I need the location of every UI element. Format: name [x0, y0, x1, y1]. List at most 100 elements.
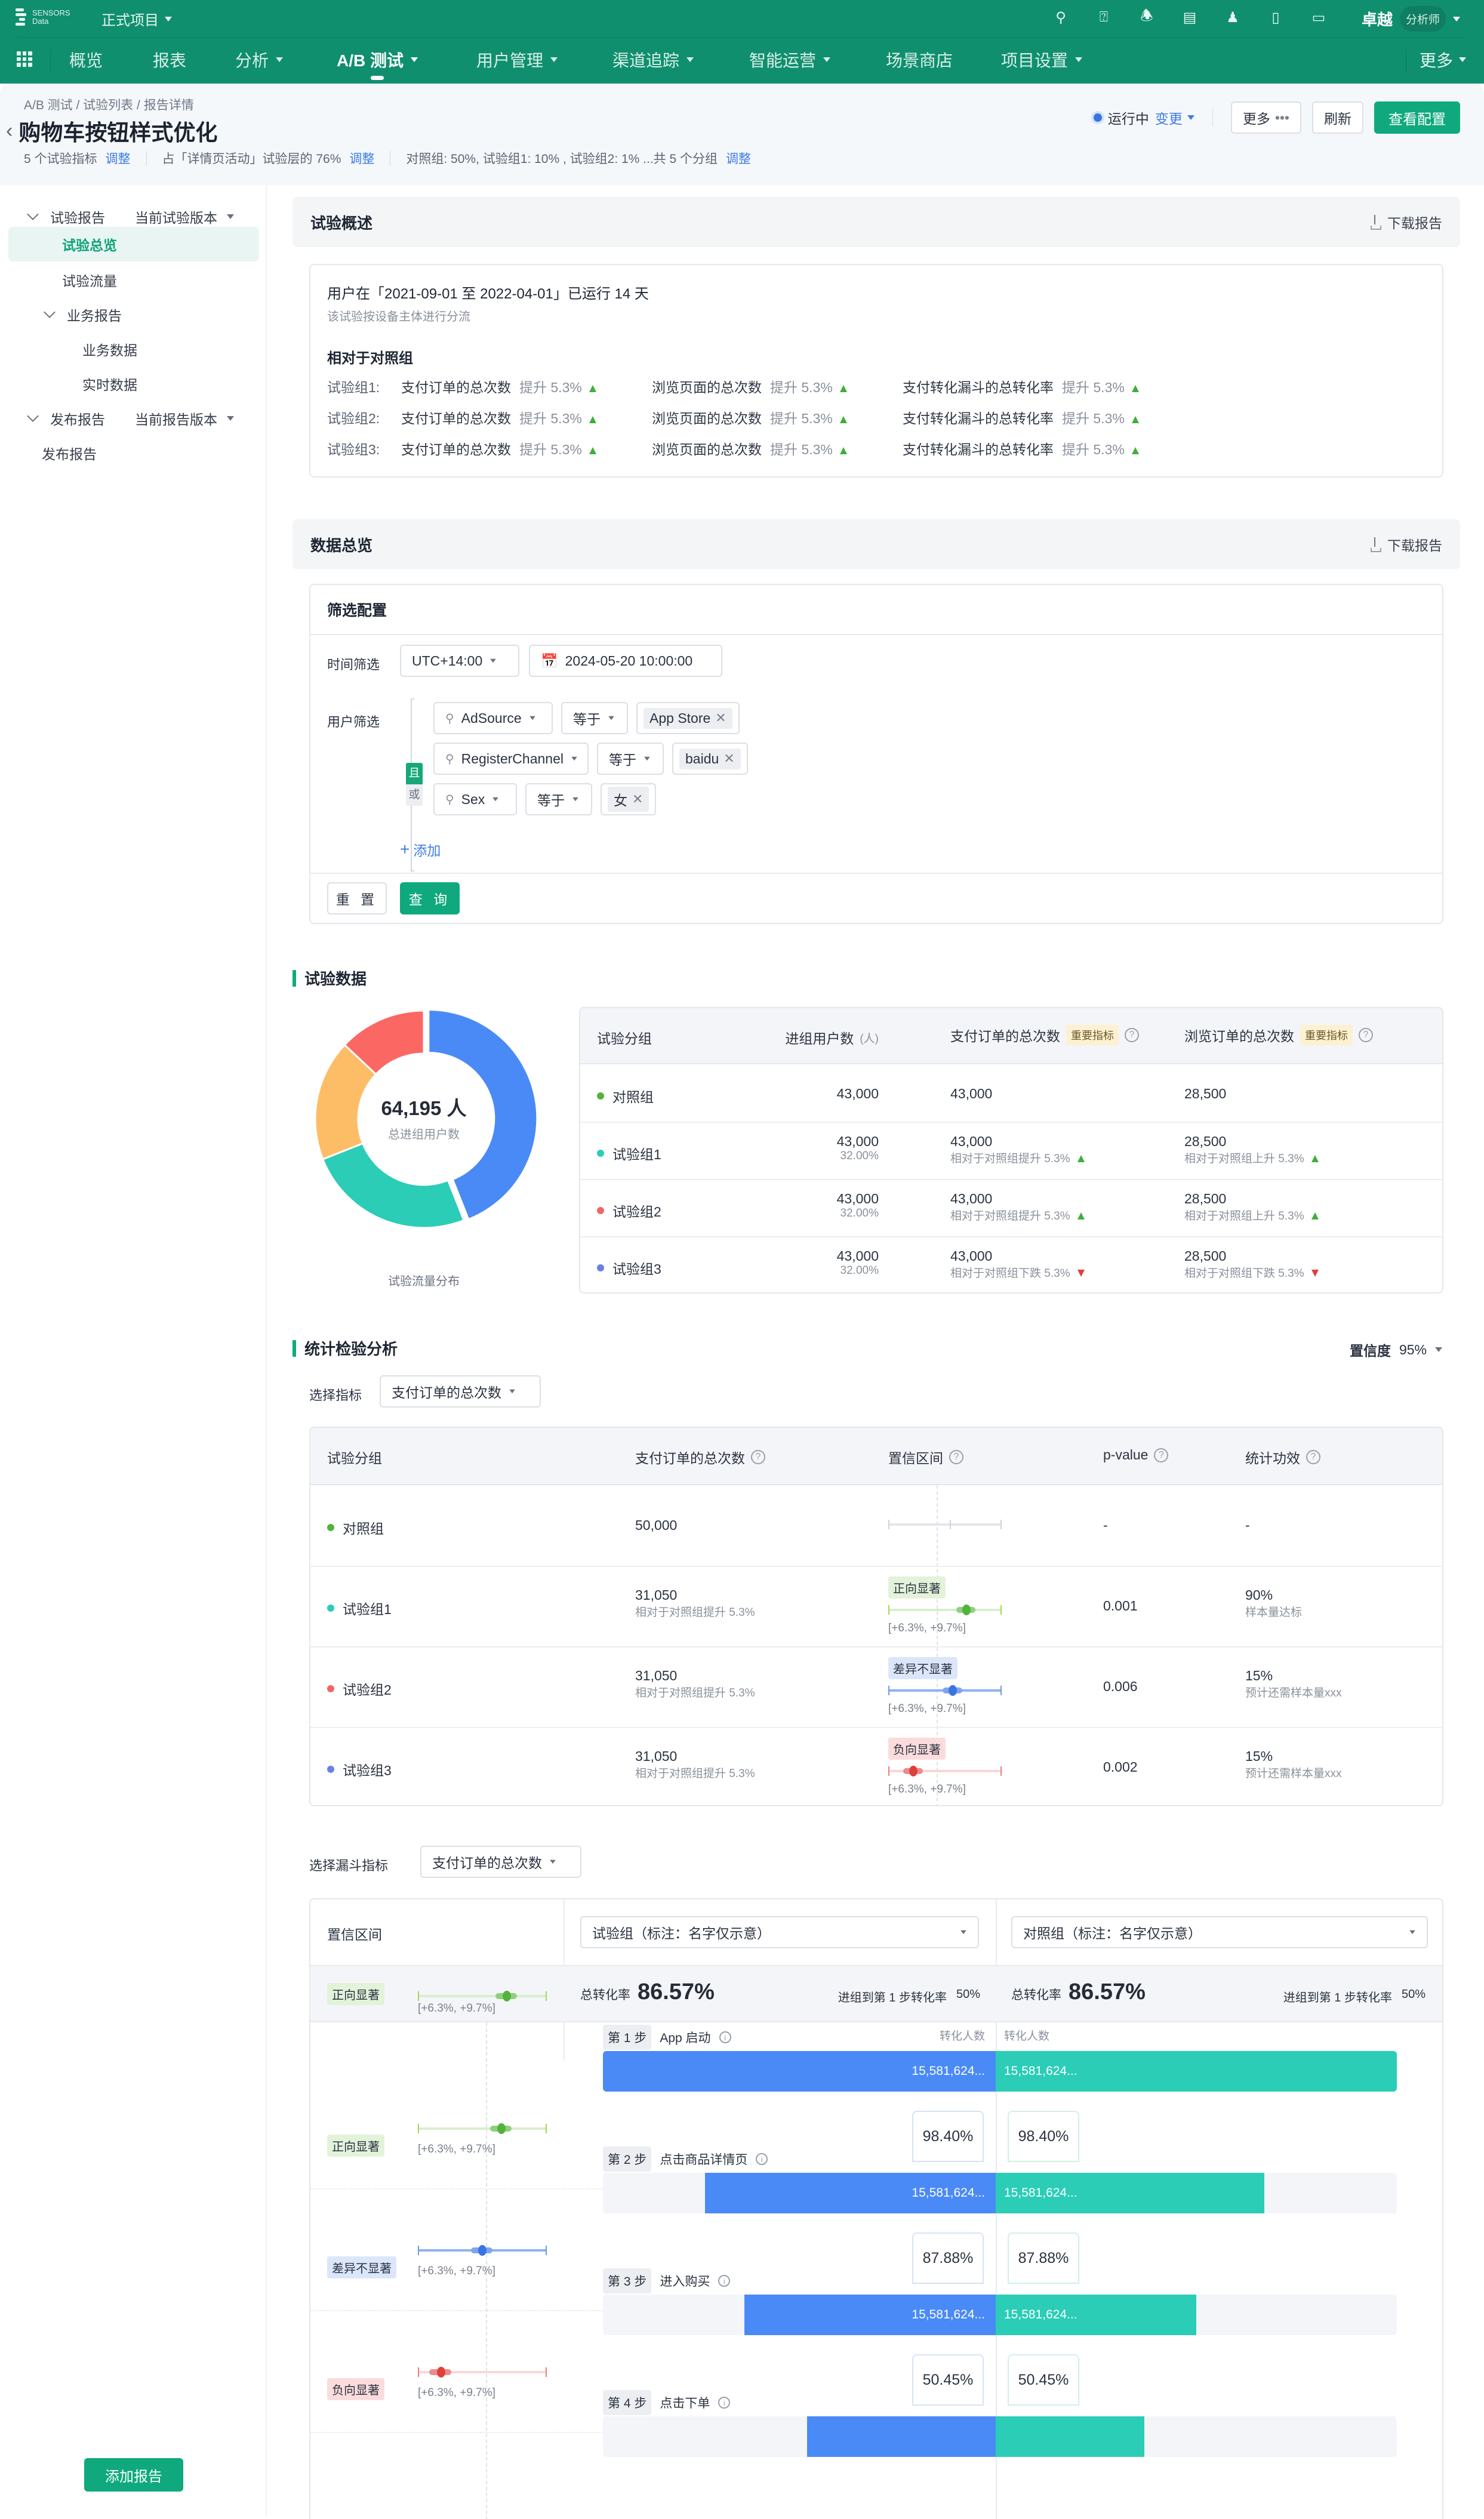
- logo-icon: [16, 7, 29, 27]
- funnel-bar-control[interactable]: [996, 2416, 1144, 2457]
- sidebar-item-business-data[interactable]: 业务数据: [0, 332, 267, 367]
- overview-metric: 浏览页面的总次数 提升 5.3%: [652, 376, 847, 396]
- metric-value: 28,500 相对于对照组上升 5.3%: [1184, 1134, 1319, 1166]
- more-button[interactable]: 更多 •••: [1230, 101, 1301, 134]
- nav-user-management[interactable]: 用户管理: [476, 48, 558, 72]
- datetime-picker[interactable]: 📅 2024-05-20 10:00:00: [529, 645, 722, 677]
- nav-channel-tracking[interactable]: 渠道追踪: [612, 48, 694, 72]
- apps-grid-icon[interactable]: [17, 51, 32, 67]
- trend-up-icon: [1131, 416, 1139, 423]
- help-icon[interactable]: ?: [1125, 1028, 1139, 1042]
- sidebar-group-business[interactable]: 业务报告: [0, 297, 267, 332]
- help-icon[interactable]: ?: [751, 1450, 765, 1464]
- add-condition-link[interactable]: + 添加: [400, 839, 441, 860]
- funnel-metric-select[interactable]: 支付订单的总次数: [420, 1846, 581, 1878]
- chart-caption: 试验流量分布: [388, 1275, 460, 1288]
- caret-down-icon: [608, 716, 614, 720]
- or-option[interactable]: 或: [406, 784, 423, 806]
- change-status-dropdown[interactable]: 变更: [1155, 107, 1194, 128]
- p-value: 0.001: [1103, 1598, 1138, 1613]
- metric-value: 28,500 相对于对照组上升 5.3%: [1184, 1191, 1319, 1223]
- operator-select[interactable]: 等于: [597, 743, 664, 775]
- breadcrumb[interactable]: A/B 测试 / 试验列表 / 报告详情: [24, 96, 194, 113]
- nav-ab-test[interactable]: A/B 测试: [337, 48, 418, 72]
- info-icon[interactable]: i: [718, 2275, 731, 2287]
- and-or-toggle[interactable]: 且或: [406, 763, 423, 806]
- property-select[interactable]: ⚲ AdSource: [433, 702, 553, 734]
- group-label: 试验组2: [327, 1679, 392, 1699]
- download-report-button[interactable]: 下载报告: [1368, 534, 1442, 555]
- property-icon: ⚲: [445, 712, 454, 725]
- nav-analysis[interactable]: 分析: [235, 48, 284, 72]
- and-option[interactable]: 且: [406, 763, 423, 784]
- adjust-layer-link[interactable]: 调整: [349, 149, 374, 167]
- sensors-data-logo[interactable]: SENSORS Data: [16, 7, 70, 27]
- total-rate-left: 86.57%: [638, 1979, 715, 2004]
- add-report-button[interactable]: 添加报告: [84, 2458, 183, 2492]
- stat-table: 试验分组 支付订单的总次数? 置信区间? p-value? 统计功效? 对照组 5…: [309, 1427, 1443, 1806]
- reset-button[interactable]: 重 置: [327, 882, 387, 914]
- nav-overview[interactable]: 概览: [69, 48, 103, 72]
- help-icon[interactable]: ⍰: [1094, 7, 1114, 27]
- close-icon[interactable]: ✕: [632, 792, 643, 807]
- experiment-group-select[interactable]: 试验组（标注：名字仅示意）: [580, 1916, 979, 1948]
- close-icon[interactable]: ✕: [715, 710, 726, 726]
- info-icon[interactable]: i: [756, 2153, 768, 2165]
- user-menu[interactable]: 卓越 分析师: [1362, 6, 1460, 32]
- funnel-step-label: 第 1 步 App 启动 i: [603, 2025, 731, 2050]
- sidebar-item-overview[interactable]: 试验总览: [0, 227, 267, 261]
- nav-scene-store[interactable]: 场景商店: [886, 48, 953, 72]
- sidebar-item-publish-report[interactable]: 发布报告: [0, 436, 267, 470]
- view-config-button[interactable]: 查看配置: [1374, 101, 1460, 134]
- confidence-select[interactable]: 置信度 95%: [1350, 1339, 1442, 1360]
- operator-select[interactable]: 等于: [561, 702, 628, 734]
- help-icon[interactable]: ?: [949, 1450, 963, 1464]
- funnel-bar-experiment[interactable]: [807, 2416, 996, 2457]
- adjust-metrics-link[interactable]: 调整: [106, 149, 131, 167]
- help-icon[interactable]: ?: [1306, 1450, 1320, 1464]
- bell-icon[interactable]: 🕭: [1137, 7, 1157, 27]
- property-select[interactable]: ⚲ Sex: [433, 783, 517, 815]
- control-group-select[interactable]: 对照组（标注：名字仅示意）: [1011, 1916, 1428, 1948]
- refresh-button[interactable]: 刷新: [1312, 101, 1363, 134]
- group-label: 对照组: [327, 1517, 384, 1538]
- mobile-icon[interactable]: ▯: [1266, 7, 1286, 27]
- user-icon[interactable]: ♟: [1223, 7, 1243, 27]
- project-switcher[interactable]: 正式项目: [101, 8, 172, 29]
- query-button[interactable]: 查 询: [400, 882, 460, 914]
- property-select[interactable]: ⚲ RegisterChannel: [433, 743, 589, 775]
- trend-up-icon: [839, 416, 847, 423]
- value-input[interactable]: 女 ✕: [601, 783, 657, 815]
- help-icon[interactable]: ?: [1359, 1028, 1373, 1042]
- nav-reports[interactable]: 报表: [153, 48, 186, 72]
- report-version-dropdown[interactable]: 当前试验版本: [135, 207, 234, 227]
- value-input[interactable]: App Store ✕: [636, 702, 740, 734]
- overview-row: 试验组2: 支付订单的总次数 提升 5.3% 浏览页面的总次数 提升 5.3% 支付转化漏…: [327, 407, 1139, 427]
- close-icon[interactable]: ✕: [723, 751, 734, 766]
- info-icon[interactable]: i: [718, 2397, 731, 2409]
- help-icon[interactable]: ?: [1154, 1448, 1169, 1462]
- section-header-overview: 试验概述 下载报告: [293, 197, 1460, 247]
- sidebar-item-traffic[interactable]: 试验流量: [0, 263, 267, 297]
- search-icon[interactable]: ⚲: [1051, 7, 1071, 27]
- value-input[interactable]: baidu ✕: [672, 743, 748, 775]
- sidebar-group-publish[interactable]: 发布报告 当前报告版本: [0, 401, 267, 436]
- caret-down-icon: [227, 416, 234, 421]
- nav-more[interactable]: 更多: [1420, 48, 1466, 72]
- download-report-button[interactable]: 下载报告: [1368, 212, 1442, 232]
- inbox-icon[interactable]: ▤: [1180, 7, 1200, 27]
- donut-slice-teal[interactable]: [321, 1142, 465, 1229]
- nav-project-settings[interactable]: 项目设置: [1001, 48, 1083, 72]
- metric-select[interactable]: 支付订单的总次数: [380, 1375, 541, 1408]
- nav-smart-ops[interactable]: 智能运营: [749, 48, 831, 72]
- info-icon[interactable]: i: [719, 2031, 731, 2043]
- group-label: 试验组1: [327, 1598, 392, 1618]
- ci-point: [962, 1605, 971, 1615]
- back-chevron-icon[interactable]: ‹: [6, 119, 13, 143]
- sidebar-item-realtime-data[interactable]: 实时数据: [0, 367, 267, 401]
- monitor-icon[interactable]: ▭: [1308, 7, 1329, 27]
- publish-version-dropdown[interactable]: 当前报告版本: [135, 408, 234, 429]
- timezone-select[interactable]: UTC+14:00: [400, 645, 519, 677]
- adjust-groups-link[interactable]: 调整: [726, 149, 751, 167]
- operator-select[interactable]: 等于: [525, 783, 592, 815]
